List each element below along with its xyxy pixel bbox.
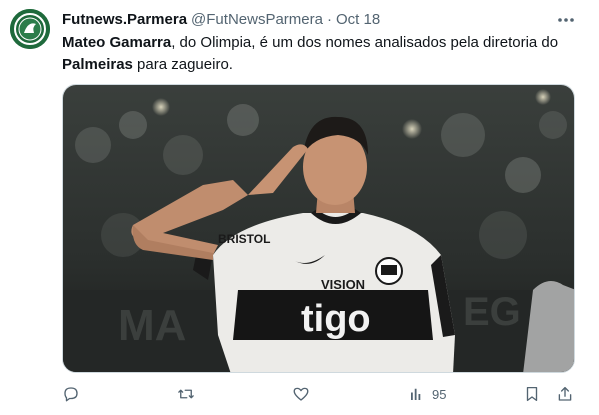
tweet-header: Futnews.Parmera @FutNewsParmera · Oct 18 bbox=[62, 9, 380, 29]
views-count: 95 bbox=[432, 386, 447, 402]
text-part-1: , do Olimpia, é um dos nomes analisados … bbox=[171, 34, 559, 51]
reply-button[interactable] bbox=[62, 383, 80, 405]
views-button[interactable]: 95 bbox=[408, 383, 446, 405]
tweet-photo[interactable]: MA EG BRISTOL VISION tigo bbox=[62, 84, 575, 373]
retweet-icon bbox=[178, 389, 194, 399]
heart-icon bbox=[293, 387, 309, 401]
more-dots-icon bbox=[558, 18, 574, 22]
like-button[interactable] bbox=[292, 383, 310, 405]
jersey-main-sponsor-text: tigo bbox=[301, 298, 371, 340]
tweet-actions: 95 bbox=[62, 383, 577, 405]
reply-icon bbox=[64, 387, 78, 402]
timestamp[interactable]: Oct 18 bbox=[336, 11, 380, 28]
share-icon bbox=[558, 386, 572, 401]
club-crest-icon bbox=[10, 9, 50, 49]
views-bar-icon bbox=[411, 388, 421, 400]
text-part-2: para zagueiro. bbox=[132, 56, 233, 73]
jersey-sponsor-text: BRISTOL bbox=[218, 232, 270, 246]
separator: · bbox=[326, 10, 332, 28]
avatar[interactable] bbox=[10, 9, 50, 49]
jersey-brand-text: VISION bbox=[321, 277, 365, 292]
bookmark-icon bbox=[526, 386, 538, 402]
share-button[interactable] bbox=[556, 383, 574, 405]
banner-text-right: EG bbox=[463, 290, 521, 334]
display-name[interactable]: Futnews.Parmera bbox=[62, 11, 187, 28]
player-photo: MA EG BRISTOL VISION tigo bbox=[63, 85, 574, 372]
mention-club: Palmeiras bbox=[62, 56, 133, 73]
tweet-text: Mateo Gamarra, do Olimpia, é um dos nome… bbox=[62, 32, 582, 76]
mention-player: Mateo Gamarra bbox=[62, 34, 172, 51]
retweet-button[interactable] bbox=[177, 383, 195, 405]
handle[interactable]: @FutNewsParmera bbox=[191, 11, 323, 28]
tweet: Futnews.Parmera @FutNewsParmera · Oct 18… bbox=[0, 0, 599, 415]
more-options-button[interactable] bbox=[556, 10, 576, 30]
banner-text-left: MA bbox=[118, 301, 186, 350]
bookmark-button[interactable] bbox=[523, 383, 541, 405]
